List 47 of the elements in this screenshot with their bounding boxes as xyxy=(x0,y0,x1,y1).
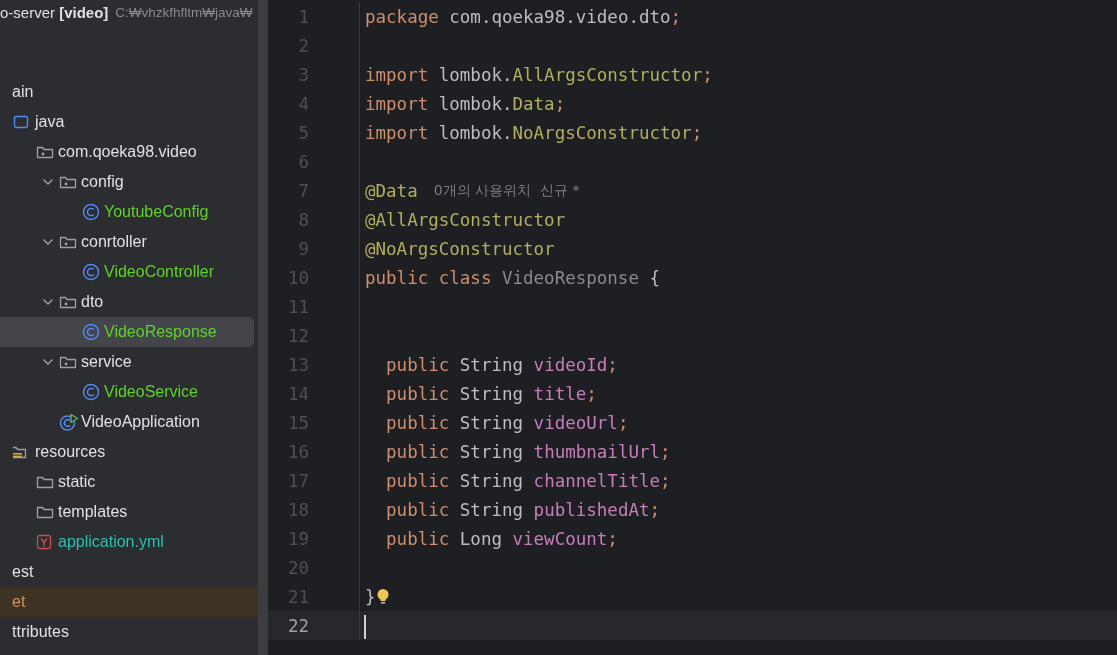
tree-item[interactable]: templates xyxy=(0,497,254,527)
code-line: @NoArgsConstructor xyxy=(365,238,555,259)
tree-item[interactable]: config xyxy=(0,167,254,197)
code-line: @Data xyxy=(365,180,418,201)
tree-item[interactable]: et xyxy=(0,587,258,617)
project-name: o-server [video] xyxy=(0,3,109,21)
code-line: import lombok.Data; xyxy=(365,93,566,114)
text-caret xyxy=(364,615,366,639)
class-icon xyxy=(82,323,100,341)
line-number: 22 xyxy=(286,615,309,636)
tree-item[interactable]: resources xyxy=(0,437,254,467)
tree-item[interactable]: dto xyxy=(0,287,254,317)
tree-item[interactable]: service xyxy=(0,347,254,377)
panel-scrollbar[interactable] xyxy=(258,0,268,655)
code-line: import lombok.NoArgsConstructor; xyxy=(365,122,703,143)
tree-item[interactable]: ain xyxy=(0,77,254,107)
code-line: public String videoUrl; xyxy=(385,412,629,433)
tree-item[interactable]: VideoService xyxy=(0,377,254,407)
tree-item[interactable]: static xyxy=(0,467,254,497)
tree-item[interactable]: application.yml xyxy=(0,527,254,557)
code-line: public String thumbnailUrl; xyxy=(385,441,671,462)
usage-hint[interactable]: 0개의 사용위치 신규 * xyxy=(433,181,580,200)
code-line: public String channelTitle; xyxy=(385,470,671,491)
tree-item[interactable]: YoutubeConfig xyxy=(0,197,254,227)
tree-item[interactable]: VideoController xyxy=(0,257,254,287)
tree-item[interactable]: java xyxy=(0,107,254,137)
code-line: public String title; xyxy=(385,383,597,404)
code-line: import lombok.AllArgsConstructor; xyxy=(365,64,713,85)
tree-item[interactable]: VideoApplication xyxy=(0,407,254,437)
code-line: package com.qoeka98.video.dto; xyxy=(365,6,682,27)
tree-item[interactable]: ttributes xyxy=(0,617,254,647)
class-run-icon xyxy=(59,413,79,431)
code-line: public class VideoResponse { xyxy=(365,267,661,288)
project-path: C:₩vhzkfhfltm₩java₩ xyxy=(115,4,253,20)
tree-item[interactable]: com.qoeka98.video xyxy=(0,137,254,167)
yaml-file-icon xyxy=(36,534,52,550)
class-icon xyxy=(82,263,100,281)
code-line: public String publishedAt; xyxy=(385,499,661,520)
tree-item[interactable]: est xyxy=(0,557,254,587)
code-line: @AllArgsConstructor xyxy=(365,209,566,230)
code-line: public String videoId; xyxy=(385,354,618,375)
code-line: public Long viewCount; xyxy=(385,528,618,549)
class-icon xyxy=(82,203,100,221)
code-line: } xyxy=(365,586,376,607)
class-icon xyxy=(82,383,100,401)
tree-item[interactable]: VideoResponse xyxy=(0,317,254,347)
tree-item[interactable]: conrtoller xyxy=(0,227,254,257)
